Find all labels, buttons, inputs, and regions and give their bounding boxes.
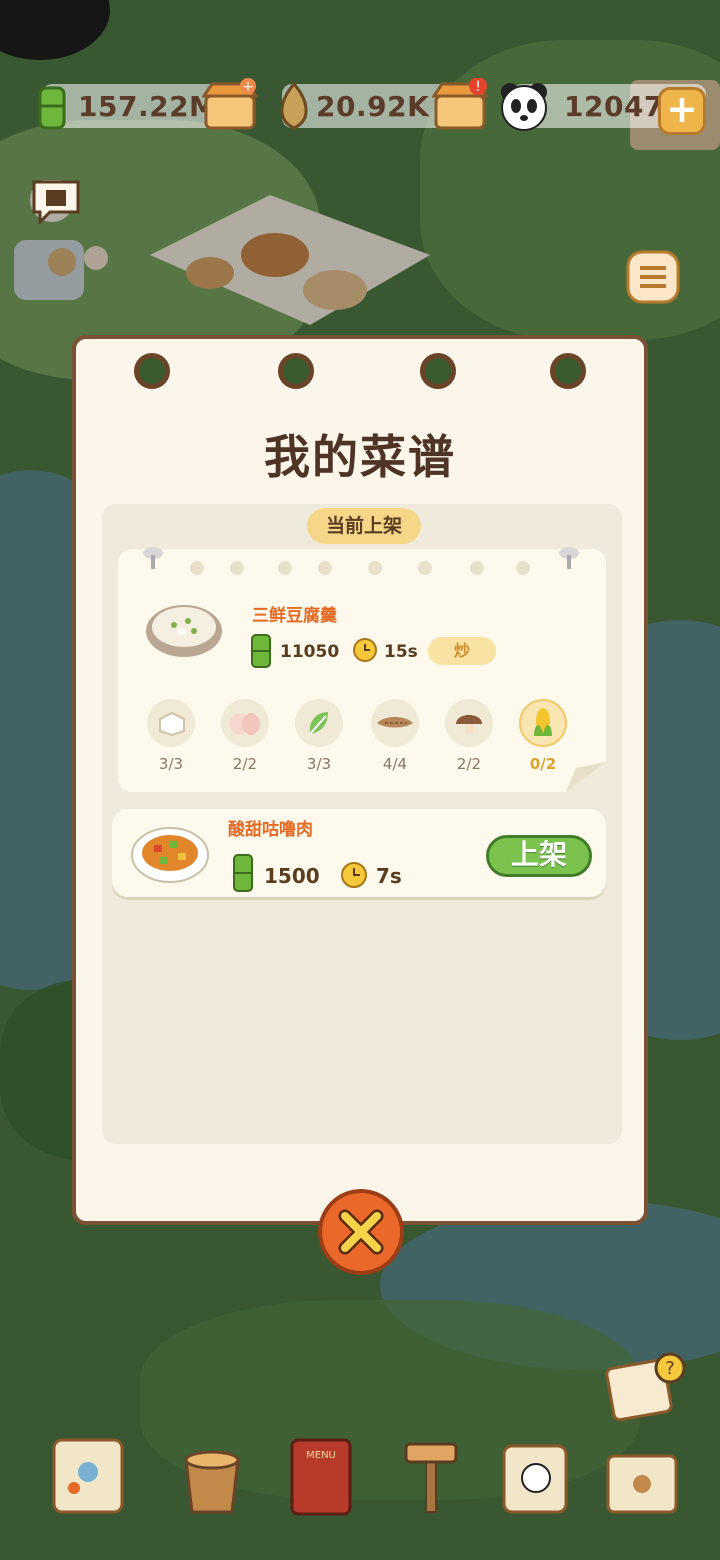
- tofu-soup-dish-icon: [146, 605, 222, 657]
- ingredient-slot[interactable]: 3/3: [294, 699, 344, 773]
- resource-bar: 157.22M + 20.92K ! 12047 +: [0, 78, 720, 135]
- svg-text:MENU: MENU: [306, 1450, 336, 1461]
- current-dish-price: 11050: [280, 642, 340, 662]
- bamboo-shoot-counter: 20.92K !: [280, 78, 488, 130]
- close-icon: [338, 1209, 384, 1255]
- add-coins-button[interactable]: +: [658, 87, 706, 135]
- svg-text:+: +: [242, 79, 254, 95]
- current-listing-tag: 当前上架: [307, 508, 421, 544]
- ingredient-count: 3/3: [306, 755, 332, 773]
- paint-bucket-icon[interactable]: [172, 1434, 252, 1518]
- close-button[interactable]: [318, 1189, 404, 1275]
- recipe-name: 酸甜咕噜肉: [228, 820, 313, 840]
- binder-ring-icon: [134, 353, 170, 389]
- svg-text:?: ?: [665, 1358, 675, 1379]
- list-on-shelf-button[interactable]: 上架: [486, 835, 592, 877]
- bamboo-shop-icon[interactable]: +: [202, 78, 258, 132]
- current-dish-name: 三鲜豆腐羹: [252, 606, 337, 626]
- binder-ring-icon: [278, 353, 314, 389]
- map-icon[interactable]: [48, 1434, 128, 1518]
- bamboo-price-icon: [251, 634, 271, 668]
- recipe-price: 1500: [264, 864, 320, 888]
- ingredient-slot[interactable]: 0/2: [518, 699, 568, 773]
- bamboo-shoot-icon: [280, 81, 308, 130]
- tofu-icon: [159, 711, 185, 737]
- page-fold-decoration: [566, 762, 606, 792]
- recipe-content-area: 当前上架 三鲜豆腐羹 11050 15s 炒 3/3 2/2 3/3 4/4 2…: [102, 504, 622, 1144]
- pin-icon: [559, 547, 579, 569]
- hammer-tools-icon[interactable]: [392, 1434, 472, 1518]
- panel-title: 我的菜谱: [264, 430, 456, 484]
- binder-ring-icon: [550, 353, 586, 389]
- bamboo-price-icon: [233, 854, 253, 892]
- recipe-list-item[interactable]: 酸甜咕噜肉 1500 7s 上架: [112, 809, 606, 897]
- binder-ring-icon: [420, 353, 456, 389]
- bamboo-counter: 157.22M +: [38, 78, 258, 130]
- quest-notes-icon[interactable]: ?: [604, 1352, 688, 1422]
- clock-icon: [353, 638, 377, 662]
- ingredient-slot[interactable]: 2/2: [444, 699, 494, 773]
- video-ad-icon[interactable]: [30, 178, 82, 224]
- panda-icon: [501, 83, 547, 131]
- current-dish-time: 15s: [384, 642, 418, 662]
- ingredient-count-missing: 0/2: [529, 755, 557, 773]
- svg-text:!: !: [475, 79, 481, 95]
- menu-list-icon[interactable]: [626, 250, 680, 304]
- clock-icon: [341, 862, 367, 888]
- recipe-time: 7s: [376, 864, 402, 888]
- pin-icon: [143, 547, 163, 569]
- leafy-greens-icon: [309, 712, 328, 735]
- bamboo-icon: [38, 86, 66, 130]
- panda-coin-counter: 12047 +: [501, 83, 706, 135]
- sweet-sour-pork-dish-icon: [131, 827, 209, 883]
- cooking-method-tag: 炒: [428, 637, 496, 665]
- corn-icon: [534, 708, 552, 736]
- panda-book-icon[interactable]: [496, 1434, 576, 1518]
- shoot-shop-icon[interactable]: !: [432, 78, 488, 132]
- ingredient-count: 2/2: [456, 755, 482, 773]
- ingredient-count: 4/4: [382, 755, 408, 773]
- ingredient-count: 3/3: [158, 755, 184, 773]
- my-recipes-panel: 我的菜谱 当前上架 三鲜豆腐羹 11050 15s 炒 3/3 2/2 3/3 …: [72, 335, 648, 1225]
- egg-icon: [230, 713, 260, 735]
- shrimp-icon: [377, 717, 413, 728]
- ingredient-slot[interactable]: 4/4: [370, 699, 420, 773]
- ingredient-count: 2/2: [232, 755, 258, 773]
- ingredient-slot[interactable]: 3/3: [146, 699, 196, 773]
- menu-book-icon[interactable]: MENU: [282, 1434, 362, 1518]
- current-dish-card: 三鲜豆腐羹 11050 15s 炒 3/3 2/2 3/3 4/4 2/2 0/…: [118, 547, 606, 792]
- mushroom-icon: [456, 715, 482, 734]
- storage-box-icon[interactable]: [602, 1434, 682, 1518]
- ingredient-slot[interactable]: 2/2: [220, 699, 270, 773]
